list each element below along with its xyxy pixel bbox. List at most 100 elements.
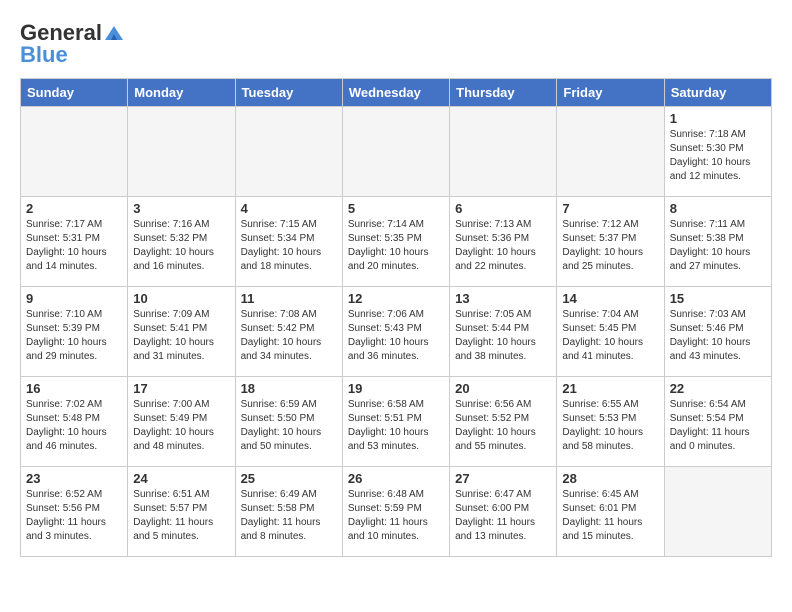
calendar-cell: 5 Sunrise: 7:14 AMSunset: 5:35 PMDaylight… bbox=[342, 197, 449, 287]
day-info: Sunrise: 6:52 AMSunset: 5:56 PMDaylight:… bbox=[26, 488, 122, 544]
day-info: Sunrise: 6:49 AMSunset: 5:58 PMDaylight:… bbox=[241, 488, 337, 544]
day-number: 17 bbox=[133, 381, 229, 396]
calendar-week-4: 16 Sunrise: 7:02 AMSunset: 5:48 PMDayligh… bbox=[21, 377, 772, 467]
calendar-cell bbox=[235, 107, 342, 197]
day-info: Sunrise: 7:09 AMSunset: 5:41 PMDaylight:… bbox=[133, 308, 229, 364]
calendar-cell: 4 Sunrise: 7:15 AMSunset: 5:34 PMDaylight… bbox=[235, 197, 342, 287]
calendar-cell: 27 Sunrise: 6:47 AMSunset: 6:00 PMDayligh… bbox=[450, 467, 557, 557]
day-info: Sunrise: 7:13 AMSunset: 5:36 PMDaylight:… bbox=[455, 218, 551, 274]
day-info: Sunrise: 6:47 AMSunset: 6:00 PMDaylight:… bbox=[455, 488, 551, 544]
calendar-cell: 18 Sunrise: 6:59 AMSunset: 5:50 PMDayligh… bbox=[235, 377, 342, 467]
col-header-monday: Monday bbox=[128, 79, 235, 107]
calendar-cell: 19Sunrise: 6:58 AMSunset: 5:51 PMDayligh… bbox=[342, 377, 449, 467]
calendar-week-1: 1 Sunrise: 7:18 AMSunset: 5:30 PMDaylight… bbox=[21, 107, 772, 197]
calendar-cell: 12 Sunrise: 7:06 AMSunset: 5:43 PMDayligh… bbox=[342, 287, 449, 377]
day-info: Sunrise: 7:14 AMSunset: 5:35 PMDaylight:… bbox=[348, 218, 444, 274]
day-number: 27 bbox=[455, 471, 551, 486]
day-number: 3 bbox=[133, 201, 229, 216]
day-info: Sunrise: 6:51 AMSunset: 5:57 PMDaylight:… bbox=[133, 488, 229, 544]
calendar-cell bbox=[664, 467, 771, 557]
calendar-cell: 2 Sunrise: 7:17 AMSunset: 5:31 PMDaylight… bbox=[21, 197, 128, 287]
calendar-cell: 11 Sunrise: 7:08 AMSunset: 5:42 PMDayligh… bbox=[235, 287, 342, 377]
day-number: 16 bbox=[26, 381, 122, 396]
day-info: Sunrise: 7:04 AMSunset: 5:45 PMDaylight:… bbox=[562, 308, 658, 364]
day-number: 15 bbox=[670, 291, 766, 306]
col-header-sunday: Sunday bbox=[21, 79, 128, 107]
calendar-cell: 20 Sunrise: 6:56 AMSunset: 5:52 PMDayligh… bbox=[450, 377, 557, 467]
day-number: 4 bbox=[241, 201, 337, 216]
day-number: 20 bbox=[455, 381, 551, 396]
day-number: 8 bbox=[670, 201, 766, 216]
day-info: Sunrise: 7:02 AMSunset: 5:48 PMDaylight:… bbox=[26, 398, 122, 454]
day-number: 7 bbox=[562, 201, 658, 216]
col-header-wednesday: Wednesday bbox=[342, 79, 449, 107]
day-info: Sunrise: 7:03 AMSunset: 5:46 PMDaylight:… bbox=[670, 308, 766, 364]
calendar-cell: 25 Sunrise: 6:49 AMSunset: 5:58 PMDayligh… bbox=[235, 467, 342, 557]
calendar-cell: 22Sunrise: 6:54 AMSunset: 5:54 PMDayligh… bbox=[664, 377, 771, 467]
day-info: Sunrise: 7:08 AMSunset: 5:42 PMDaylight:… bbox=[241, 308, 337, 364]
col-header-tuesday: Tuesday bbox=[235, 79, 342, 107]
calendar-cell bbox=[21, 107, 128, 197]
calendar-cell: 16 Sunrise: 7:02 AMSunset: 5:48 PMDayligh… bbox=[21, 377, 128, 467]
day-number: 26 bbox=[348, 471, 444, 486]
calendar-cell bbox=[450, 107, 557, 197]
day-info: Sunrise: 7:11 AMSunset: 5:38 PMDaylight:… bbox=[670, 218, 766, 274]
day-info: Sunrise: 7:12 AMSunset: 5:37 PMDaylight:… bbox=[562, 218, 658, 274]
day-number: 5 bbox=[348, 201, 444, 216]
day-number: 19 bbox=[348, 381, 444, 396]
col-header-saturday: Saturday bbox=[664, 79, 771, 107]
calendar-cell bbox=[557, 107, 664, 197]
day-info: Sunrise: 6:55 AMSunset: 5:53 PMDaylight:… bbox=[562, 398, 658, 454]
day-number: 18 bbox=[241, 381, 337, 396]
calendar-table: SundayMondayTuesdayWednesdayThursdayFrid… bbox=[20, 78, 772, 557]
day-info: Sunrise: 6:59 AMSunset: 5:50 PMDaylight:… bbox=[241, 398, 337, 454]
calendar-cell: 9Sunrise: 7:10 AMSunset: 5:39 PMDaylight… bbox=[21, 287, 128, 377]
day-info: Sunrise: 7:16 AMSunset: 5:32 PMDaylight:… bbox=[133, 218, 229, 274]
calendar-cell: 3 Sunrise: 7:16 AMSunset: 5:32 PMDaylight… bbox=[128, 197, 235, 287]
day-info: Sunrise: 7:00 AMSunset: 5:49 PMDaylight:… bbox=[133, 398, 229, 454]
calendar-cell: 17 Sunrise: 7:00 AMSunset: 5:49 PMDayligh… bbox=[128, 377, 235, 467]
day-info: Sunrise: 6:45 AMSunset: 6:01 PMDaylight:… bbox=[562, 488, 658, 544]
day-number: 28 bbox=[562, 471, 658, 486]
day-number: 1 bbox=[670, 111, 766, 126]
calendar-cell: 10 Sunrise: 7:09 AMSunset: 5:41 PMDayligh… bbox=[128, 287, 235, 377]
calendar-cell: 15 Sunrise: 7:03 AMSunset: 5:46 PMDayligh… bbox=[664, 287, 771, 377]
day-info: Sunrise: 6:48 AMSunset: 5:59 PMDaylight:… bbox=[348, 488, 444, 544]
calendar-header-row: SundayMondayTuesdayWednesdayThursdayFrid… bbox=[21, 79, 772, 107]
day-number: 21 bbox=[562, 381, 658, 396]
calendar-cell: 14 Sunrise: 7:04 AMSunset: 5:45 PMDayligh… bbox=[557, 287, 664, 377]
calendar-cell: 21 Sunrise: 6:55 AMSunset: 5:53 PMDayligh… bbox=[557, 377, 664, 467]
calendar-cell bbox=[342, 107, 449, 197]
calendar-cell: 6Sunrise: 7:13 AMSunset: 5:36 PMDaylight… bbox=[450, 197, 557, 287]
day-info: Sunrise: 7:18 AMSunset: 5:30 PMDaylight:… bbox=[670, 128, 766, 184]
day-number: 2 bbox=[26, 201, 122, 216]
day-info: Sunrise: 6:56 AMSunset: 5:52 PMDaylight:… bbox=[455, 398, 551, 454]
day-info: Sunrise: 7:15 AMSunset: 5:34 PMDaylight:… bbox=[241, 218, 337, 274]
calendar-cell: 1 Sunrise: 7:18 AMSunset: 5:30 PMDaylight… bbox=[664, 107, 771, 197]
day-number: 25 bbox=[241, 471, 337, 486]
day-number: 12 bbox=[348, 291, 444, 306]
day-info: Sunrise: 7:06 AMSunset: 5:43 PMDaylight:… bbox=[348, 308, 444, 364]
day-number: 14 bbox=[562, 291, 658, 306]
logo-icon bbox=[103, 24, 125, 42]
col-header-friday: Friday bbox=[557, 79, 664, 107]
calendar-cell: 8 Sunrise: 7:11 AMSunset: 5:38 PMDaylight… bbox=[664, 197, 771, 287]
calendar-cell: 26 Sunrise: 6:48 AMSunset: 5:59 PMDayligh… bbox=[342, 467, 449, 557]
day-info: Sunrise: 7:10 AMSunset: 5:39 PMDaylight:… bbox=[26, 308, 122, 364]
day-number: 24 bbox=[133, 471, 229, 486]
day-number: 23 bbox=[26, 471, 122, 486]
day-number: 10 bbox=[133, 291, 229, 306]
logo-blue: Blue bbox=[20, 42, 68, 68]
page-header: General Blue bbox=[20, 20, 772, 68]
calendar-week-2: 2 Sunrise: 7:17 AMSunset: 5:31 PMDaylight… bbox=[21, 197, 772, 287]
day-info: Sunrise: 6:54 AMSunset: 5:54 PMDaylight:… bbox=[670, 398, 766, 454]
day-number: 13 bbox=[455, 291, 551, 306]
day-info: Sunrise: 7:05 AMSunset: 5:44 PMDaylight:… bbox=[455, 308, 551, 364]
calendar-cell: 24 Sunrise: 6:51 AMSunset: 5:57 PMDayligh… bbox=[128, 467, 235, 557]
logo: General Blue bbox=[20, 20, 126, 68]
day-info: Sunrise: 7:17 AMSunset: 5:31 PMDaylight:… bbox=[26, 218, 122, 274]
calendar-cell: 7 Sunrise: 7:12 AMSunset: 5:37 PMDaylight… bbox=[557, 197, 664, 287]
col-header-thursday: Thursday bbox=[450, 79, 557, 107]
calendar-cell: 28 Sunrise: 6:45 AMSunset: 6:01 PMDayligh… bbox=[557, 467, 664, 557]
day-number: 11 bbox=[241, 291, 337, 306]
